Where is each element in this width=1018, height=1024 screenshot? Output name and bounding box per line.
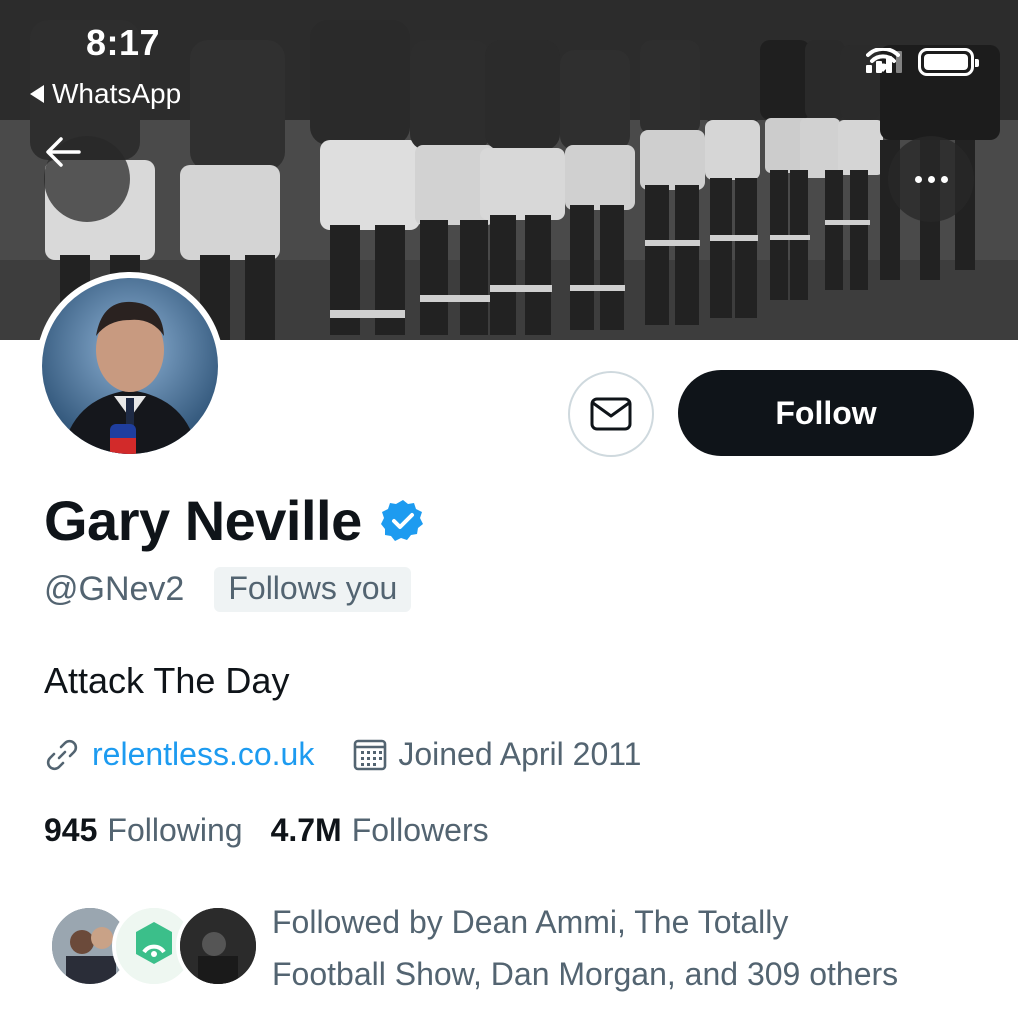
status-back-to-app[interactable]: WhatsApp — [30, 78, 181, 110]
follow-button[interactable]: Follow — [678, 370, 974, 456]
profile-bio: Attack The Day — [44, 660, 290, 701]
more-options-button[interactable] — [888, 136, 974, 222]
follower-avatar-3 — [176, 904, 260, 988]
profile-meta-row: relentless.co.uk Joined April 2011 — [44, 736, 641, 773]
follow-stats: 945 Following 4.7M Followers — [44, 812, 517, 849]
following-label[interactable]: Following — [107, 812, 242, 849]
avatar-photo — [42, 278, 218, 454]
status-indicators — [866, 48, 979, 76]
calendar-icon — [354, 739, 387, 770]
back-button[interactable] — [44, 136, 130, 222]
following-count[interactable]: 945 — [44, 812, 97, 849]
handle-row: @GNev2 Follows you — [44, 567, 412, 612]
wifi-icon — [866, 48, 900, 72]
arrow-left-icon — [46, 137, 81, 167]
profile-avatar[interactable] — [36, 272, 224, 460]
website-link[interactable]: relentless.co.uk — [92, 736, 314, 773]
follows-you-badge: Follows you — [214, 567, 412, 612]
status-back-label: WhatsApp — [52, 78, 182, 109]
envelope-icon — [590, 397, 632, 431]
battery-icon — [918, 48, 979, 76]
joined-date: Joined April 2011 — [398, 736, 642, 772]
user-handle: @GNev2 — [44, 570, 185, 608]
back-triangle-icon — [30, 85, 44, 103]
link-icon — [46, 739, 78, 770]
followers-label[interactable]: Followers — [352, 812, 489, 849]
status-time: 8:17 — [86, 22, 161, 63]
followed-by-line-1: Followed by Dean Ammi, The Totally — [272, 904, 789, 940]
profile-name-row: Gary Neville — [44, 488, 426, 553]
followers-count[interactable]: 4.7M — [271, 812, 342, 849]
followed-by-line-2: Football Show, Dan Morgan, and 309 other… — [272, 956, 899, 992]
message-button[interactable] — [568, 371, 654, 457]
more-horizontal-icon — [914, 175, 948, 183]
verified-badge-icon[interactable] — [380, 498, 426, 544]
display-name: Gary Neville — [44, 489, 362, 552]
followed-by-text[interactable]: Followed by Dean Ammi, The Totally Footb… — [272, 896, 992, 1000]
